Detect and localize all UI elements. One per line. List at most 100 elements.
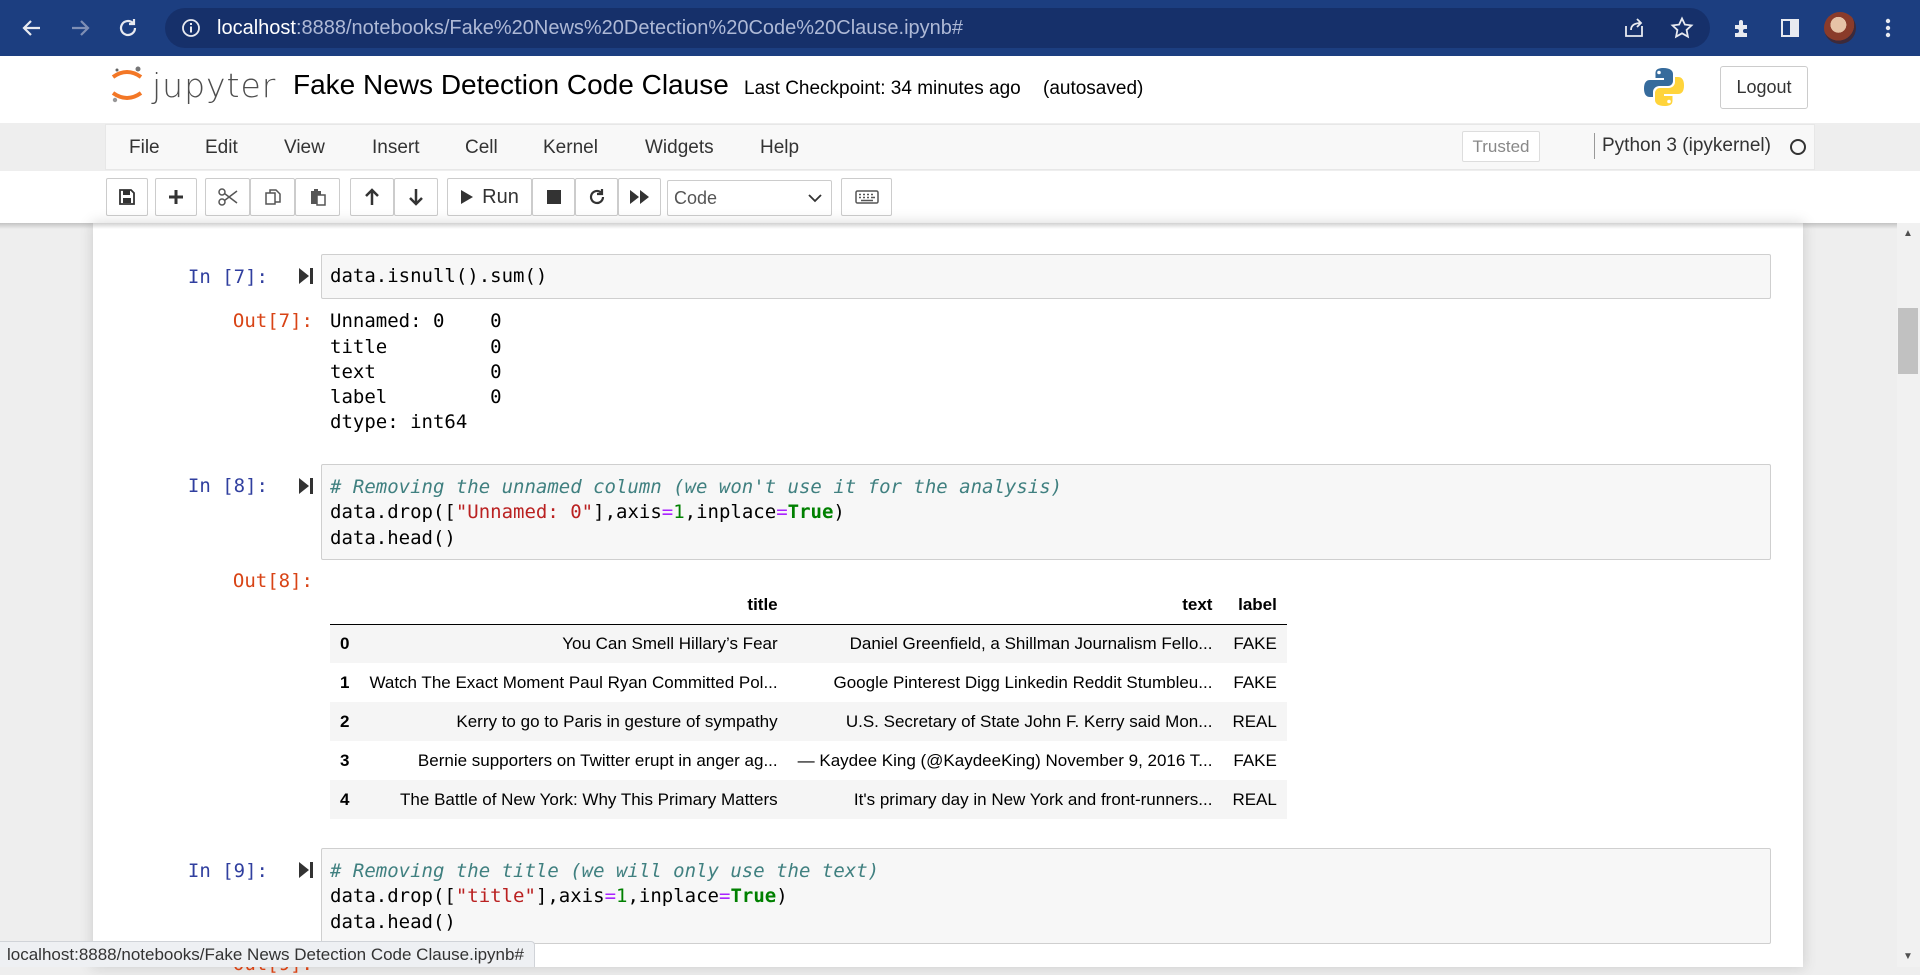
row-index: 0	[340, 633, 350, 653]
site-info-icon[interactable]	[179, 16, 203, 40]
code-cell-input[interactable]: # Removing the title (we will only use t…	[321, 848, 1771, 944]
menu-edit[interactable]: Edit	[205, 137, 238, 159]
menu-file[interactable]: File	[129, 137, 160, 159]
cell-title: Kerry to go to Paris in gesture of sympa…	[456, 711, 778, 731]
column-header-title: title	[359, 586, 788, 625]
notebook-title[interactable]: Fake News Detection Code Clause	[293, 69, 729, 101]
scissors-icon	[217, 188, 237, 206]
save-icon	[119, 189, 135, 205]
table-row: 0 You Can Smell Hillary’s Fear Daniel Gr…	[330, 624, 1287, 663]
address-bar[interactable]: localhost:8888/notebooks/Fake%20News%20D…	[165, 8, 1710, 48]
share-icon[interactable]	[1618, 12, 1650, 44]
arrow-up-icon	[365, 188, 379, 205]
trusted-indicator[interactable]: Trusted	[1462, 131, 1540, 162]
kernel-name[interactable]: Python 3 (ipykernel)	[1602, 135, 1771, 157]
row-index: 3	[340, 750, 350, 770]
insert-cell-button[interactable]	[155, 178, 197, 216]
kernel-idle-icon	[1790, 139, 1806, 155]
input-prompt: In [9]:	[187, 860, 268, 882]
status-link-preview: localhost:8888/notebooks/Fake News Detec…	[0, 941, 535, 967]
copy-icon	[264, 189, 281, 205]
run-cell-icon[interactable]	[298, 477, 314, 495]
fast-forward-icon	[629, 190, 649, 204]
table-row: 2 Kerry to go to Paris in gesture of sym…	[330, 702, 1287, 741]
forward-icon[interactable]	[60, 8, 100, 48]
cell-text: — Kaydee King (@KaydeeKing) November 9, …	[797, 750, 1213, 770]
output-line: dtype: int64	[330, 411, 468, 433]
table-header-row: title text label	[330, 586, 1287, 625]
checkpoint-status: Last Checkpoint: 34 minutes ago	[744, 78, 1021, 99]
url-text: localhost:8888/notebooks/Fake%20News%20D…	[217, 16, 964, 39]
restart-button[interactable]	[575, 178, 618, 216]
run-cell-icon[interactable]	[298, 861, 314, 879]
reload-icon[interactable]	[108, 8, 148, 48]
output-line: label 0	[330, 386, 502, 408]
arrow-down-icon	[409, 189, 423, 206]
interrupt-button[interactable]	[532, 178, 575, 216]
jupyter-logo[interactable]: jupyter	[110, 64, 276, 106]
table-row: 3 Bernie supporters on Twitter erupt in …	[330, 741, 1287, 780]
output-line: title 0	[330, 336, 502, 358]
menu-widgets[interactable]: Widgets	[645, 137, 714, 159]
table-row: 4 The Battle of New York: Why This Prima…	[330, 780, 1287, 819]
dataframe-table: title text label 0 You Can Smell Hillary…	[330, 586, 1287, 819]
output-line: Unnamed: 0 0	[330, 310, 502, 332]
restart-icon	[589, 189, 604, 205]
run-button[interactable]: Run	[447, 178, 532, 216]
side-panel-icon[interactable]	[1774, 12, 1806, 44]
input-prompt: In [8]:	[187, 475, 268, 497]
code-cell-input[interactable]: data.isnull().sum()	[321, 254, 1771, 299]
code-line: data.isnull().sum()	[330, 265, 548, 287]
move-up-button[interactable]	[350, 178, 394, 216]
cut-button[interactable]	[205, 178, 250, 216]
cell-title: You Can Smell Hillary’s Fear	[562, 633, 778, 653]
scroll-down-arrow-icon[interactable]: ▼	[1903, 951, 1913, 962]
code-line: data.head()	[330, 911, 456, 933]
scroll-up-arrow-icon[interactable]: ▲	[1903, 228, 1913, 239]
autosave-status: (autosaved)	[1043, 78, 1144, 99]
plus-icon	[169, 190, 183, 204]
code-cell-input[interactable]: # Removing the unnamed column (we won't …	[321, 464, 1771, 560]
row-index: 1	[340, 672, 350, 692]
cell-title: Watch The Exact Moment Paul Ryan Committ…	[369, 672, 778, 692]
menu-help[interactable]: Help	[760, 137, 799, 159]
copy-button[interactable]	[250, 178, 295, 216]
cell-label: REAL	[1232, 711, 1277, 731]
paste-icon	[310, 189, 326, 206]
cell-label: FAKE	[1233, 750, 1277, 770]
save-button[interactable]	[106, 178, 148, 216]
profile-avatar[interactable]	[1824, 12, 1856, 44]
restart-run-all-button[interactable]	[618, 178, 661, 216]
scrollbar-thumb[interactable]	[1898, 308, 1918, 374]
code-line: data.drop(["title"],axis=1,inplace=True)	[330, 885, 788, 907]
index-header	[330, 586, 360, 625]
output-prompt: Out[7]:	[232, 310, 313, 332]
cell-type-value: Code	[674, 187, 718, 208]
bookmark-star-icon[interactable]	[1666, 12, 1698, 44]
table-row: 1 Watch The Exact Moment Paul Ryan Commi…	[330, 663, 1287, 702]
chevron-down-icon	[808, 194, 822, 203]
cell-title: Bernie supporters on Twitter erupt in an…	[417, 750, 778, 770]
kernel-divider	[1594, 133, 1595, 159]
keyboard-icon	[854, 190, 879, 204]
code-comment: # Removing the title (we will only use t…	[330, 860, 880, 882]
menu-cell[interactable]: Cell	[465, 137, 498, 159]
logout-button[interactable]: Logout	[1720, 66, 1808, 109]
menu-kernel[interactable]: Kernel	[543, 137, 598, 159]
extensions-icon[interactable]	[1726, 12, 1758, 44]
command-palette-button[interactable]	[841, 178, 892, 216]
paste-button[interactable]	[295, 178, 340, 216]
menu-view[interactable]: View	[284, 137, 325, 159]
cell-label: FAKE	[1233, 633, 1277, 653]
row-index: 2	[340, 711, 350, 731]
menu-insert[interactable]: Insert	[372, 137, 420, 159]
input-prompt: In [7]:	[187, 266, 268, 288]
browser-menu-icon[interactable]	[1872, 12, 1904, 44]
play-icon	[461, 190, 474, 204]
cell-type-select[interactable]: Code	[667, 180, 832, 216]
code-line: data.drop(["Unnamed: 0"],axis=1,inplace=…	[330, 501, 845, 523]
back-icon[interactable]	[12, 8, 52, 48]
run-cell-icon[interactable]	[298, 267, 314, 285]
python-logo-icon	[1644, 68, 1684, 106]
move-down-button[interactable]	[394, 178, 438, 216]
